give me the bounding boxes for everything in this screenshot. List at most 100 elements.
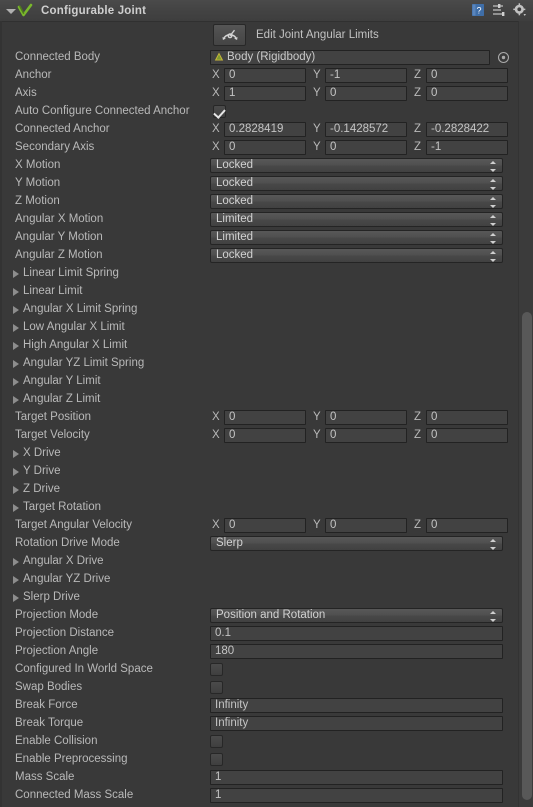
foldout-angular-x-limit-spring[interactable]: Angular X Limit Spring [0, 300, 533, 318]
secondary-axis-y-input[interactable]: 0 [325, 139, 407, 155]
connected-anchor-y-input[interactable]: -0.1428572 [325, 121, 407, 137]
label-angular-x-limit-spring: Angular X Limit Spring [23, 303, 138, 315]
axis-x-input[interactable]: 1 [224, 85, 306, 101]
foldout-x-drive[interactable]: X Drive [0, 444, 533, 462]
edit-joint-tool-row: Edit Joint Angular Limits [0, 22, 533, 48]
foldout-angular-z-limit[interactable]: Angular Z Limit [0, 390, 533, 408]
edit-angular-limits-icon [221, 29, 238, 40]
break-force-input[interactable]: Infinity [210, 697, 503, 713]
connected-body-object-field[interactable]: Body (Rigidbody) [210, 49, 490, 65]
axis-label-x: X [212, 411, 220, 423]
anchor-z-input[interactable]: 0 [426, 67, 508, 83]
auto-configure-connected-anchor-checkbox[interactable] [213, 104, 226, 118]
target-position-z-input[interactable]: 0 [426, 409, 508, 425]
label-swap-bodies: Swap Bodies [15, 681, 83, 693]
foldout-slerp-drive[interactable]: Slerp Drive [0, 588, 533, 606]
field-row-target-velocity: Target Velocity X 0 Y 0 Z 0 [0, 426, 533, 444]
projection-angle-input[interactable]: 180 [210, 643, 503, 659]
label-anchor: Anchor [15, 69, 52, 81]
x-motion-dropdown[interactable]: Locked [210, 157, 503, 173]
projection-mode-dropdown[interactable]: Position and Rotation [210, 607, 503, 623]
y-motion-value: Locked [216, 177, 254, 189]
anchor-y-input[interactable]: -1 [325, 67, 407, 83]
field-row-axis: Axis X 1 Y 0 Z 0 [0, 84, 533, 102]
axis-z-input[interactable]: 0 [426, 85, 508, 101]
field-row-connected-mass-scale: Connected Mass Scale 1 [0, 786, 533, 804]
target-position-x-input[interactable]: 0 [224, 409, 306, 425]
label-secondary-axis: Secondary Axis [15, 141, 95, 153]
foldout-high-angular-x-limit[interactable]: High Angular X Limit [0, 336, 533, 354]
projection-distance-input[interactable]: 0.1 [210, 625, 503, 641]
field-row-angular-x-motion: Angular X Motion Limited [0, 210, 533, 228]
target-velocity-y-input[interactable]: 0 [325, 427, 407, 443]
angular-z-motion-value: Locked [216, 249, 254, 261]
field-row-projection-mode: Projection Mode Position and Rotation [0, 606, 533, 624]
foldout-linear-limit[interactable]: Linear Limit [0, 282, 533, 300]
object-picker-icon[interactable] [497, 51, 510, 64]
angular-x-motion-dropdown[interactable]: Limited [210, 211, 503, 227]
foldout-arrow-icon [13, 396, 19, 404]
axis-label-x: X [212, 519, 220, 531]
field-row-break-force: Break Force Infinity [0, 696, 533, 714]
swap-bodies-checkbox[interactable] [210, 680, 223, 694]
label-linear-limit-spring: Linear Limit Spring [23, 267, 119, 279]
y-motion-dropdown[interactable]: Locked [210, 175, 503, 191]
label-high-angular-x-limit: High Angular X Limit [23, 339, 128, 351]
angular-z-motion-dropdown[interactable]: Locked [210, 247, 503, 263]
field-row-enable-preprocessing: Enable Preprocessing [0, 750, 533, 768]
connected-mass-scale-input[interactable]: 1 [210, 787, 503, 803]
foldout-linear-limit-spring[interactable]: Linear Limit Spring [0, 264, 533, 282]
secondary-axis-z-input[interactable]: -1 [426, 139, 508, 155]
foldout-z-drive[interactable]: Z Drive [0, 480, 533, 498]
chevron-updown-icon [490, 178, 497, 190]
secondary-axis-x-input[interactable]: 0 [224, 139, 306, 155]
target-velocity-x-input[interactable]: 0 [224, 427, 306, 443]
svg-text:?: ? [476, 6, 481, 16]
foldout-target-rotation[interactable]: Target Rotation [0, 498, 533, 516]
foldout-low-angular-x-limit[interactable]: Low Angular X Limit [0, 318, 533, 336]
connected-anchor-z-input[interactable]: -0.2828422 [426, 121, 508, 137]
label-connected-anchor: Connected Anchor [15, 123, 110, 135]
label-linear-limit: Linear Limit [23, 285, 83, 297]
target-angular-velocity-y-input[interactable]: 0 [325, 517, 407, 533]
label-angular-x-motion: Angular X Motion [15, 213, 104, 225]
chevron-updown-icon [490, 610, 497, 622]
axis-y-input[interactable]: 0 [325, 85, 407, 101]
foldout-angular-yz-limit-spring[interactable]: Angular YZ Limit Spring [0, 354, 533, 372]
anchor-x-input[interactable]: 0 [224, 67, 306, 83]
configured-in-world-space-checkbox[interactable] [210, 662, 223, 676]
axis-label-z: Z [414, 429, 422, 441]
field-row-z-motion: Z Motion Locked [0, 192, 533, 210]
preset-icon[interactable] [492, 3, 506, 17]
edit-angular-limits-button[interactable] [213, 24, 246, 46]
settings-gear-icon[interactable] [513, 3, 527, 17]
foldout-angular-yz-drive[interactable]: Angular YZ Drive [0, 570, 533, 588]
break-torque-input[interactable]: Infinity [210, 715, 503, 731]
field-row-swap-bodies: Swap Bodies [0, 678, 533, 696]
target-velocity-z-input[interactable]: 0 [426, 427, 508, 443]
foldout-arrow-icon [13, 594, 19, 602]
label-low-angular-x-limit: Low Angular X Limit [23, 321, 125, 333]
label-projection-distance: Projection Distance [15, 627, 115, 639]
component-header[interactable]: Configurable Joint ? [0, 0, 533, 22]
rotation-drive-mode-dropdown[interactable]: Slerp [210, 535, 503, 551]
enable-collision-checkbox[interactable] [210, 734, 223, 748]
foldout-y-drive[interactable]: Y Drive [0, 462, 533, 480]
target-position-y-input[interactable]: 0 [325, 409, 407, 425]
mass-scale-input[interactable]: 1 [210, 769, 503, 785]
enable-preprocessing-checkbox[interactable] [210, 752, 223, 766]
foldout-arrow-icon [13, 360, 19, 368]
field-row-y-motion: Y Motion Locked [0, 174, 533, 192]
foldout-angular-y-limit[interactable]: Angular Y Limit [0, 372, 533, 390]
connected-anchor-x-input[interactable]: 0.2828419 [224, 121, 306, 137]
angular-y-motion-dropdown[interactable]: Limited [210, 229, 503, 245]
foldout-angular-x-drive[interactable]: Angular X Drive [0, 552, 533, 570]
chevron-updown-icon [490, 232, 497, 244]
target-angular-velocity-x-input[interactable]: 0 [224, 517, 306, 533]
axis-label-z: Z [414, 411, 422, 423]
help-icon[interactable]: ? [471, 3, 485, 17]
target-angular-velocity-z-input[interactable]: 0 [426, 517, 508, 533]
foldout-arrow-icon[interactable] [4, 5, 16, 17]
z-motion-dropdown[interactable]: Locked [210, 193, 503, 209]
inspector-panel: Configurable Joint ? Edit Joint Angular … [0, 0, 533, 807]
